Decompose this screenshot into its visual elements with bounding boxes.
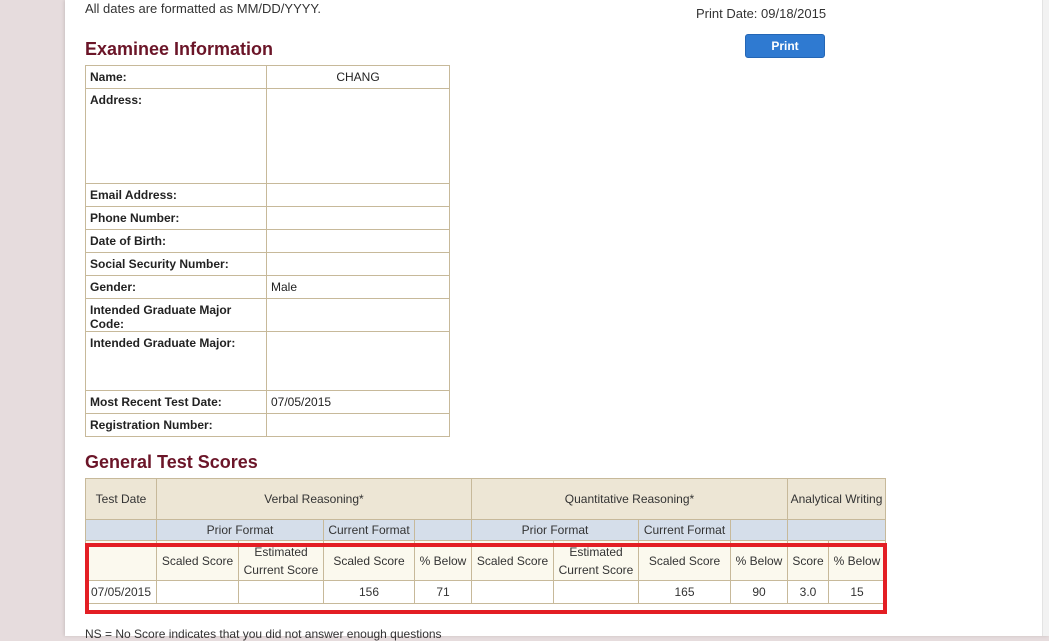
ssn-label: Social Security Number: xyxy=(85,252,267,276)
analytical-writing-header: Analytical Writing xyxy=(787,478,886,520)
info-row-ssn: Social Security Number: xyxy=(85,252,450,276)
name-label: Name: xyxy=(85,65,267,89)
footnote: NS = No Score indicates that you did not… xyxy=(85,627,442,641)
verbal-prior-format: Prior Format xyxy=(156,519,324,541)
score-cell: 15 xyxy=(828,580,886,604)
info-row-phone: Phone Number: xyxy=(85,206,450,230)
info-row-registration: Registration Number: xyxy=(85,413,450,437)
ssn-value xyxy=(266,252,450,276)
registration-label: Registration Number: xyxy=(85,413,267,437)
registration-value xyxy=(266,413,450,437)
score-cell xyxy=(471,580,554,604)
score-cell: 71 xyxy=(414,580,472,604)
examinee-info-table: Name: CHANG Address: Email Address: Phon… xyxy=(85,65,450,437)
quant-prior-format: Prior Format xyxy=(471,519,639,541)
column-header: % Below xyxy=(730,540,788,581)
score-cell: 90 xyxy=(730,580,788,604)
info-row-test-date: Most Recent Test Date: 07/05/2015 xyxy=(85,390,450,414)
column-header: Scaled Score xyxy=(323,540,415,581)
verbal-current-format: Current Format xyxy=(323,519,415,541)
column-header-empty xyxy=(85,540,157,581)
info-row-name: Name: CHANG xyxy=(85,65,450,89)
quant-current-format: Current Format xyxy=(638,519,731,541)
dob-label: Date of Birth: xyxy=(85,229,267,253)
scores-column-header-row: Scaled Score Estimated Current Score Sca… xyxy=(85,540,886,581)
scores-section-header-row: Test Date Verbal Reasoning* Quantitative… xyxy=(85,478,886,520)
date-format-note: All dates are formatted as MM/DD/YYYY. xyxy=(85,1,322,16)
test-date-value: 07/05/2015 xyxy=(266,390,450,414)
phone-label: Phone Number: xyxy=(85,206,267,230)
column-header: Scaled Score xyxy=(156,540,239,581)
score-test-date: 07/05/2015 xyxy=(85,580,157,604)
dob-value xyxy=(266,229,450,253)
scrollbar[interactable] xyxy=(1042,0,1049,636)
column-header: % Below xyxy=(828,540,886,581)
format-empty-cell xyxy=(414,519,472,541)
score-cell xyxy=(156,580,239,604)
report-page: All dates are formatted as MM/DD/YYYY. P… xyxy=(65,0,1049,641)
email-value xyxy=(266,183,450,207)
major-label: Intended Graduate Major: xyxy=(85,331,267,391)
format-empty-cell xyxy=(787,519,886,541)
info-row-email: Email Address: xyxy=(85,183,450,207)
test-date-header: Test Date xyxy=(85,478,157,520)
column-header: Score xyxy=(787,540,829,581)
format-empty-cell xyxy=(730,519,788,541)
column-header: % Below xyxy=(414,540,472,581)
column-header: Scaled Score xyxy=(471,540,554,581)
info-row-major: Intended Graduate Major: xyxy=(85,331,450,391)
info-row-address: Address: xyxy=(85,88,450,184)
format-empty-cell xyxy=(85,519,157,541)
major-code-value xyxy=(266,298,450,332)
address-value xyxy=(266,88,450,184)
info-row-major-code: Intended Graduate Major Code: xyxy=(85,298,450,332)
table-row: 07/05/2015 156 71 165 90 3.0 15 xyxy=(85,580,886,604)
column-header: Estimated Current Score xyxy=(238,540,324,581)
info-row-dob: Date of Birth: xyxy=(85,229,450,253)
phone-value xyxy=(266,206,450,230)
email-label: Email Address: xyxy=(85,183,267,207)
gender-label: Gender: xyxy=(85,275,267,299)
test-date-label: Most Recent Test Date: xyxy=(85,390,267,414)
column-header: Estimated Current Score xyxy=(553,540,639,581)
score-cell: 165 xyxy=(638,580,731,604)
print-button[interactable]: Print xyxy=(745,34,825,58)
gender-value: Male xyxy=(266,275,450,299)
major-value xyxy=(266,331,450,391)
score-cell xyxy=(553,580,639,604)
score-cell xyxy=(238,580,324,604)
examinee-info-heading: Examinee Information xyxy=(85,39,274,59)
general-scores-table: Test Date Verbal Reasoning* Quantitative… xyxy=(85,478,886,604)
score-cell: 3.0 xyxy=(787,580,829,604)
scores-format-row: Prior Format Current Format Prior Format… xyxy=(85,519,886,541)
address-label: Address: xyxy=(85,88,267,184)
name-value: CHANG xyxy=(266,65,450,89)
verbal-reasoning-header: Verbal Reasoning* xyxy=(156,478,472,520)
score-cell: 156 xyxy=(323,580,415,604)
column-header: Scaled Score xyxy=(638,540,731,581)
print-date: Print Date: 09/18/2015 xyxy=(696,6,827,21)
general-scores-heading: General Test Scores xyxy=(85,452,258,472)
quantitative-reasoning-header: Quantitative Reasoning* xyxy=(471,478,788,520)
major-code-label: Intended Graduate Major Code: xyxy=(85,298,267,332)
info-row-gender: Gender: Male xyxy=(85,275,450,299)
